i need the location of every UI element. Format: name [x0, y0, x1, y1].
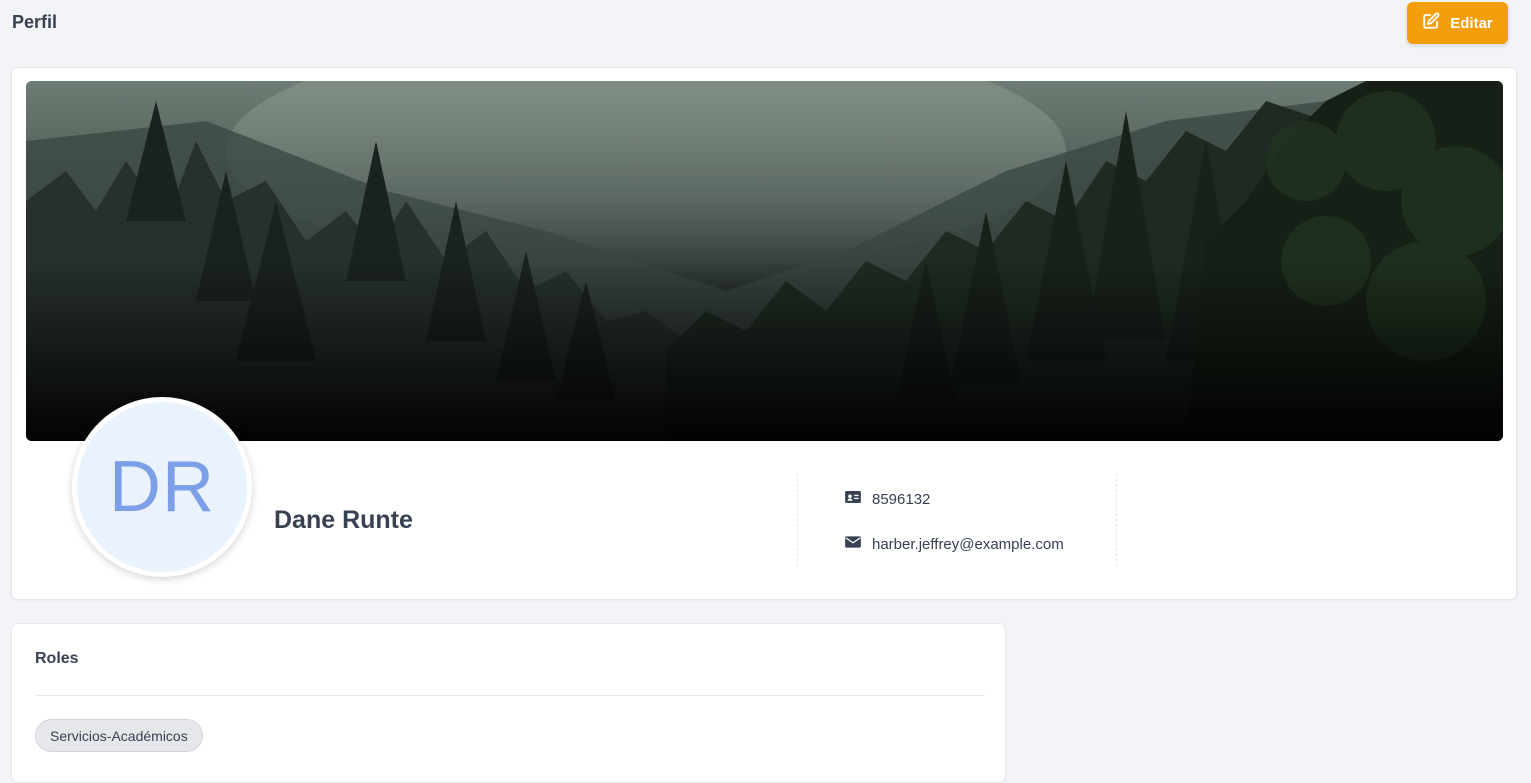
id-card-icon	[844, 488, 862, 510]
edit-button-label: Editar	[1450, 14, 1493, 32]
role-badge: Servicios-Académicos	[35, 719, 203, 752]
roles-card: Roles Servicios-Académicos	[11, 623, 1006, 783]
roles-divider	[35, 695, 985, 696]
avatar: DR	[72, 397, 252, 577]
page-header: Perfil Editar	[0, 0, 1531, 60]
id-row: 8596132	[844, 488, 930, 510]
email-text: harber.jeffrey@example.com	[872, 535, 1064, 553]
page-title: Perfil	[12, 12, 58, 32]
envelope-icon	[844, 533, 862, 555]
edit-button[interactable]: Editar	[1407, 2, 1508, 44]
edit-icon	[1422, 12, 1440, 34]
profile-card: DR Dane Runte 8596132 harber.jeffrey@exa…	[11, 67, 1517, 600]
avatar-initials: DR	[77, 402, 247, 572]
roles-title: Roles	[35, 650, 79, 667]
email-row: harber.jeffrey@example.com	[844, 533, 1064, 555]
contact-info: 8596132 harber.jeffrey@example.com	[797, 474, 1117, 566]
id-number: 8596132	[872, 490, 931, 508]
cover-image	[26, 81, 1503, 441]
user-name: Dane Runte	[274, 506, 413, 534]
